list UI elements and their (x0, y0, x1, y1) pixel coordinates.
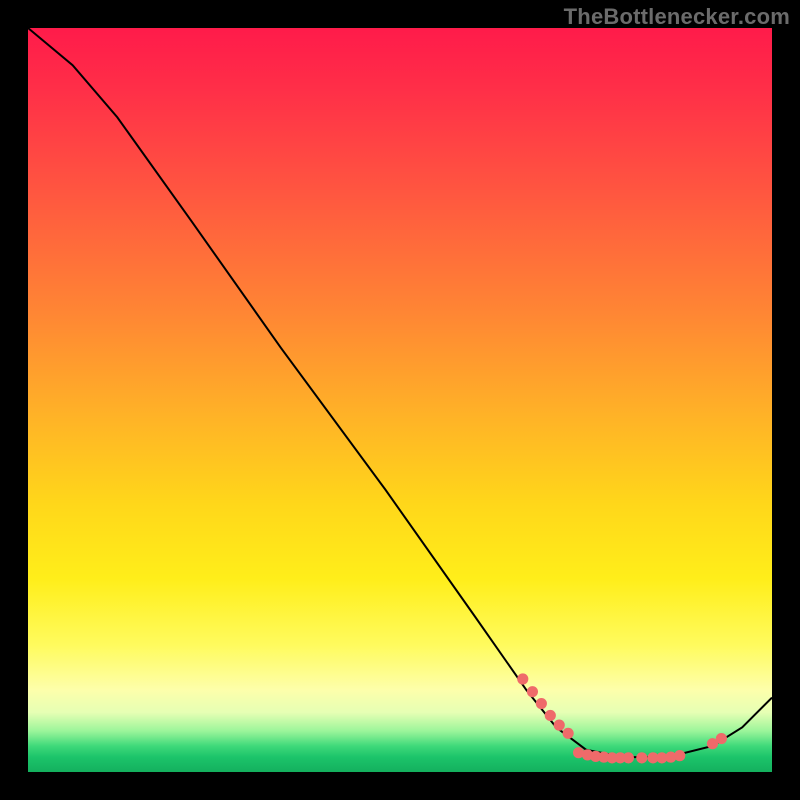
watermark-text: TheBottlenecker.com (564, 4, 790, 30)
bottleneck-curve (28, 28, 772, 757)
plot-area (28, 28, 772, 772)
curve-layer (28, 28, 772, 772)
chart-frame: TheBottlenecker.com (0, 0, 800, 800)
